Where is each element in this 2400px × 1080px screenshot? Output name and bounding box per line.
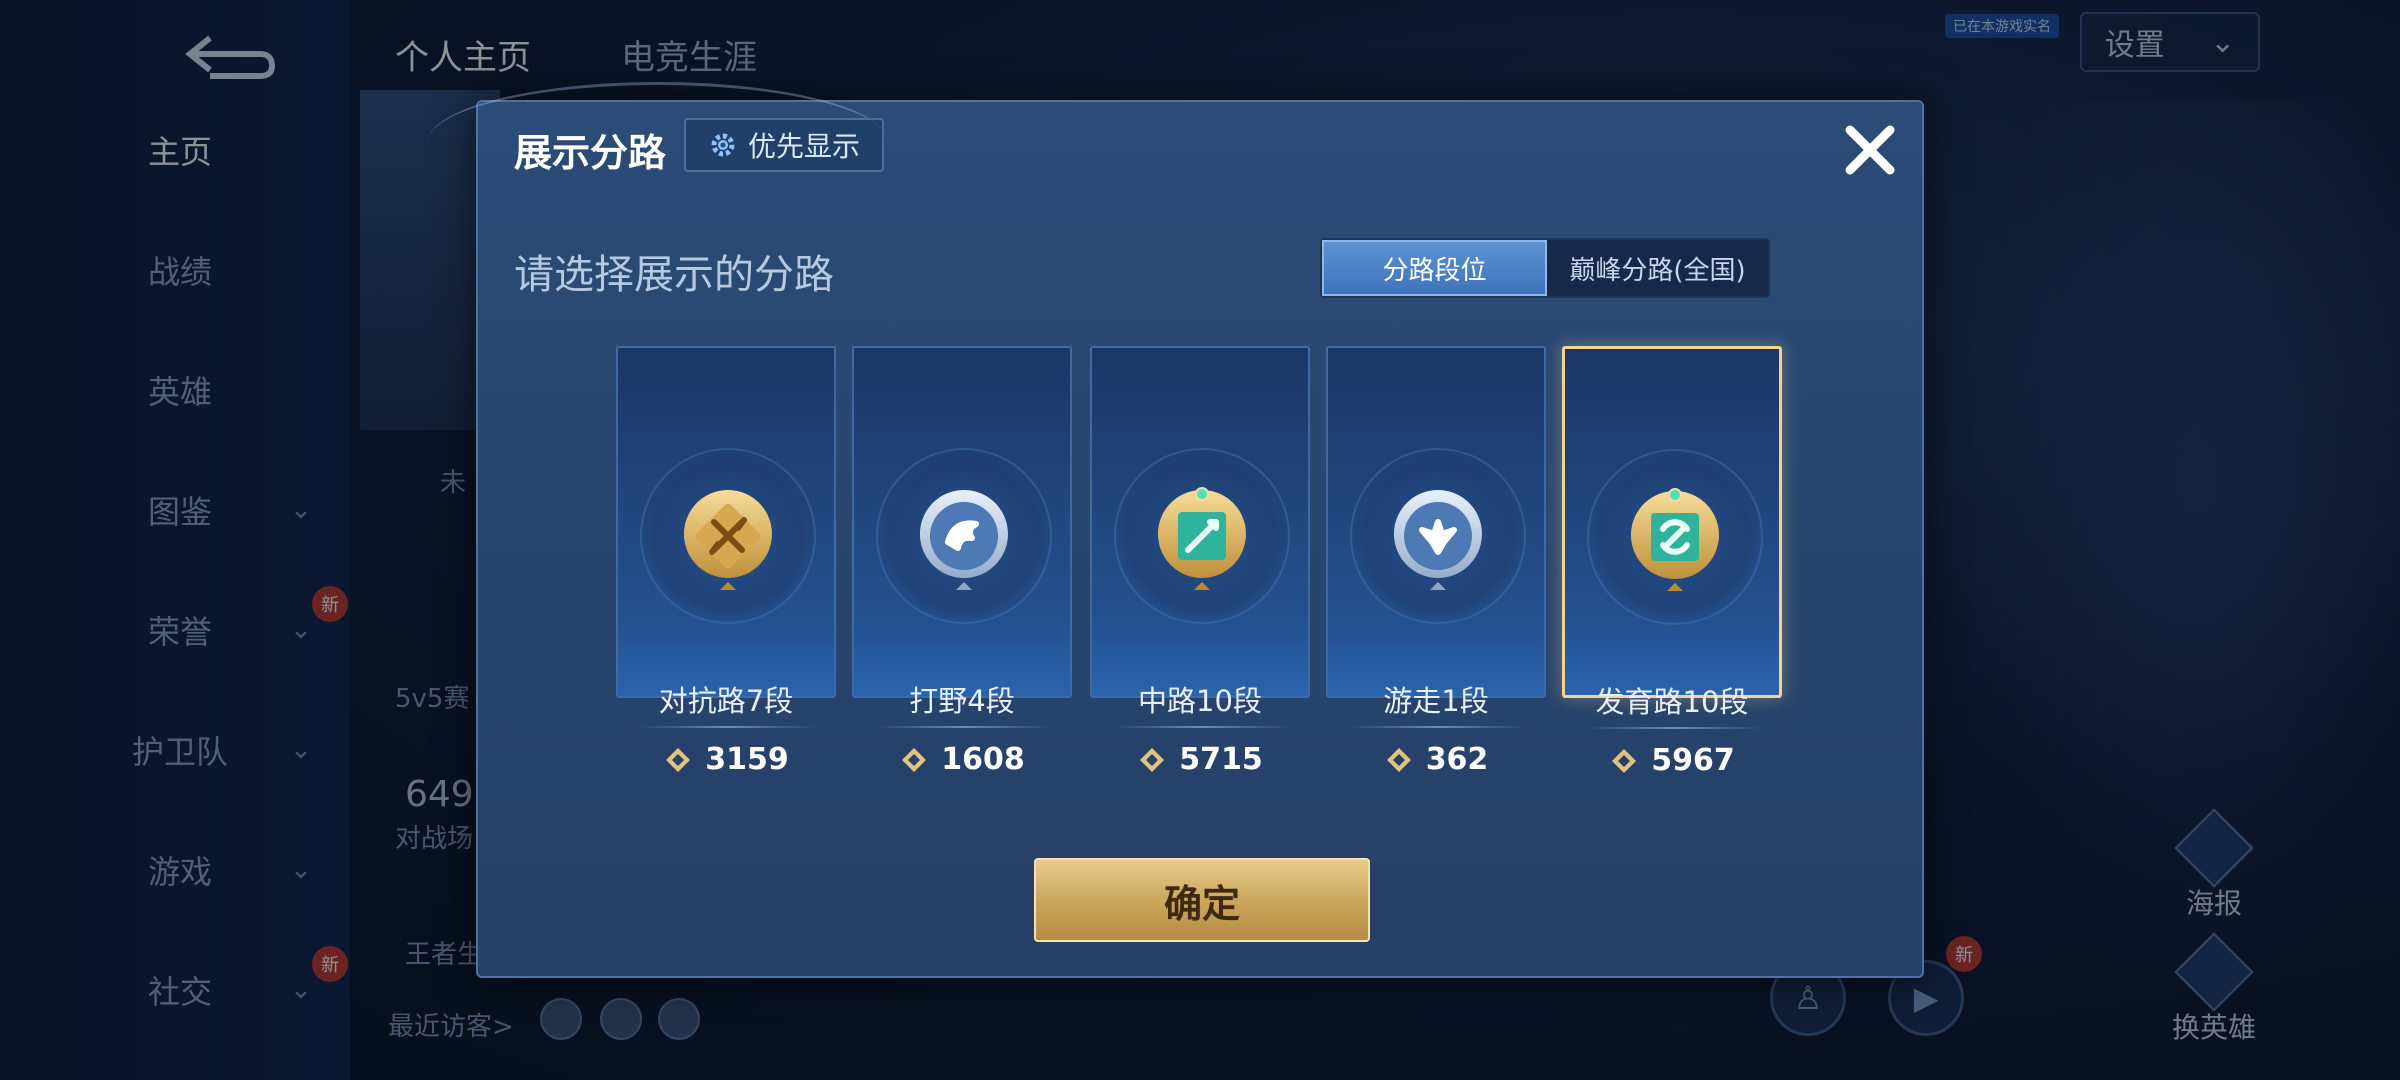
- close-icon[interactable]: [1838, 118, 1902, 182]
- divider: [876, 726, 1052, 728]
- lane-score-value: 5967: [1651, 743, 1735, 778]
- lane-card-roam[interactable]: 游走1段 362: [1326, 346, 1546, 777]
- rank-points-icon: [902, 747, 927, 772]
- lane-score: 362: [1328, 742, 1544, 777]
- dialog-title: 展示分路: [514, 131, 667, 175]
- mid-lane-icon: [1157, 487, 1246, 590]
- lane-name: 发育路10段: [1595, 685, 1749, 719]
- lane-score-value: 1608: [941, 742, 1025, 777]
- clash-lane-icon: [683, 490, 772, 590]
- confirm-button[interactable]: 确定: [1034, 858, 1370, 942]
- lane-mode-switch: 分路段位 巅峰分路(全国): [1320, 238, 1770, 298]
- priority-display-label: 优先显示: [747, 130, 860, 163]
- lane-score: 5967: [1565, 743, 1779, 778]
- lane-score: 5715: [1092, 742, 1308, 777]
- segment-lane-rank[interactable]: 分路段位: [1322, 240, 1547, 296]
- roam-icon: [1393, 490, 1482, 590]
- lane-card-mid[interactable]: 中路10段 5715: [1090, 346, 1310, 777]
- divider: [1587, 727, 1763, 729]
- lane-score: 1608: [854, 742, 1070, 777]
- lane-name: 中路10段: [1138, 684, 1262, 718]
- divider: [1350, 726, 1526, 728]
- dialog-subtitle: 请选择展示的分路: [514, 252, 834, 298]
- divider: [640, 726, 816, 728]
- lane-score-value: 3159: [705, 742, 789, 777]
- lane-score-value: 5715: [1179, 742, 1263, 777]
- lane-name: 游走1段: [1383, 684, 1489, 718]
- lane-score-value: 362: [1425, 742, 1489, 777]
- lane-card-farm[interactable]: 发育路10段 5967: [1562, 346, 1782, 778]
- lane-display-dialog: 展示分路 优先显示 请选择展示的分路 分路段位 巅峰分路(全国) 对抗路7段 3…: [428, 82, 1924, 978]
- rank-points-icon: [1386, 747, 1411, 772]
- lane-name: 打野4段: [909, 684, 1015, 718]
- lane-name: 对抗路7段: [658, 684, 794, 718]
- farm-lane-icon: [1630, 488, 1719, 591]
- jungle-icon: [919, 490, 1008, 590]
- lane-card-clash[interactable]: 对抗路7段 3159: [616, 346, 836, 777]
- lane-card-list: 对抗路7段 3159 打野4段 1608 中路10段 5715 游走1段 362…: [616, 346, 1786, 778]
- lane-score: 3159: [618, 742, 834, 777]
- rank-points-icon: [666, 747, 691, 772]
- gear-icon: [711, 133, 735, 157]
- rank-points-icon: [1612, 748, 1637, 773]
- priority-display-button[interactable]: 优先显示: [684, 118, 884, 172]
- rank-points-icon: [1140, 747, 1165, 772]
- lane-card-jungle[interactable]: 打野4段 1608: [852, 346, 1072, 777]
- divider: [1114, 726, 1290, 728]
- segment-peak-lane-national[interactable]: 巅峰分路(全国): [1547, 240, 1768, 296]
